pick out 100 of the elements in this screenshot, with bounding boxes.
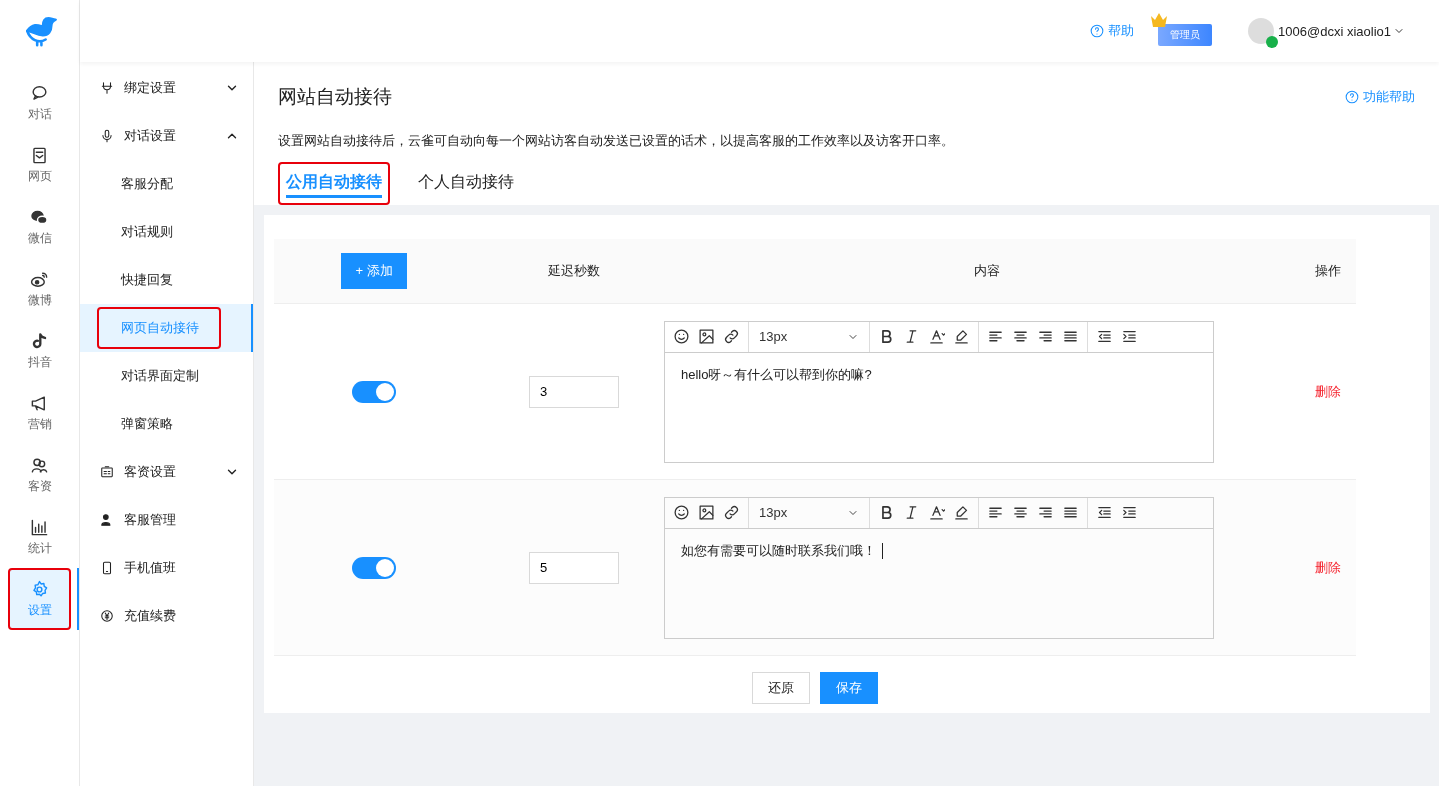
outdent-icon	[1096, 504, 1113, 521]
message-text: 如您有需要可以随时联系我们哦！	[681, 542, 883, 559]
text-color-button[interactable]	[928, 504, 945, 521]
image-button[interactable]	[698, 504, 715, 521]
outdent-icon	[1096, 328, 1113, 345]
help-label[interactable]: 帮助	[1108, 22, 1135, 40]
delay-input[interactable]: 5	[529, 551, 619, 584]
highlight-button[interactable]	[953, 328, 970, 345]
menu-item[interactable]: 客服管理	[80, 496, 253, 544]
save-button[interactable]: 保存	[820, 672, 878, 704]
add-button[interactable]: + 添加	[341, 253, 407, 289]
text-color-icon	[928, 504, 945, 521]
rich-text-editor[interactable]: 13px hello呀～有什么可以帮到你的嘛?	[664, 320, 1214, 463]
link-button[interactable]	[723, 328, 740, 345]
link-button[interactable]	[723, 504, 740, 521]
crown-icon	[1150, 12, 1169, 28]
nav-label[interactable]: 营销	[27, 415, 52, 433]
highlight-icon	[953, 504, 970, 521]
nav-label[interactable]: 网页	[27, 167, 52, 185]
indent-button[interactable]	[1121, 328, 1138, 345]
link-icon	[723, 504, 740, 521]
message-text: hello呀～有什么可以帮到你的嘛?	[681, 366, 873, 383]
menu-item[interactable]: 对话规则	[97, 211, 195, 253]
menu-item[interactable]: 客服分配	[97, 163, 195, 205]
nav-label[interactable]: 微博	[27, 291, 52, 309]
document-icon	[30, 145, 49, 165]
column-header: 操作	[1315, 262, 1341, 280]
menu-item[interactable]: 充值续费	[80, 592, 253, 640]
menu-item-label[interactable]: 客服管理	[124, 511, 239, 529]
tab[interactable]: 个人自动接待	[410, 162, 522, 205]
outdent-button[interactable]	[1096, 504, 1113, 521]
emoji-icon	[673, 328, 690, 345]
text-color-button[interactable]	[928, 328, 945, 345]
toggle-switch[interactable]	[352, 380, 396, 403]
image-button[interactable]	[698, 328, 715, 345]
delete-link[interactable]: 删除	[1315, 382, 1341, 401]
image-icon	[698, 504, 715, 521]
indent-icon	[1121, 504, 1138, 521]
font-size-select[interactable]: 13px	[749, 329, 869, 344]
user-name[interactable]: 1006@dcxi xiaolio1	[1278, 23, 1391, 39]
nav-item[interactable]: 营销	[8, 382, 71, 444]
menu-group[interactable]: 客资设置	[80, 448, 253, 496]
nav-item[interactable]: 对话	[8, 72, 71, 134]
nav-label[interactable]: 微信	[27, 229, 52, 247]
yen-coin-icon	[100, 609, 114, 623]
question-circle-icon	[1090, 24, 1105, 38]
menu-group-label[interactable]: 绑定设置	[124, 79, 215, 97]
nav-item[interactable]: 统计	[8, 506, 71, 568]
plug-icon	[100, 81, 114, 95]
rich-text-editor[interactable]: 13px 如您有需要可以随时联系我们哦！	[664, 496, 1214, 639]
tab[interactable]: 公用自动接待	[278, 162, 390, 205]
feature-help-link[interactable]: 功能帮助	[1345, 88, 1415, 106]
emoji-button[interactable]	[673, 504, 690, 521]
highlight-button[interactable]	[953, 504, 970, 521]
menu-item-label[interactable]: 手机值班	[124, 559, 239, 577]
image-icon	[698, 328, 715, 345]
menu-item[interactable]: 弹窗策略	[97, 403, 195, 445]
indent-button[interactable]	[1121, 504, 1138, 521]
music-note-icon	[30, 331, 49, 351]
outdent-button[interactable]	[1096, 328, 1113, 345]
menu-item[interactable]: 快捷回复	[97, 259, 195, 301]
nav-item[interactable]: 微博	[8, 258, 71, 320]
font-size-select[interactable]: 13px	[749, 505, 869, 520]
feature-help-label[interactable]: 功能帮助	[1363, 88, 1415, 106]
help-link[interactable]: 帮助	[1090, 22, 1135, 40]
menu-group[interactable]: 绑定设置	[80, 64, 253, 112]
menu-item[interactable]: 对话界面定制	[97, 355, 221, 397]
avatar[interactable]	[1248, 18, 1275, 44]
text-color-icon	[928, 328, 945, 345]
page-title: 网站自动接待	[278, 85, 392, 109]
nav-label[interactable]: 统计	[27, 539, 52, 557]
gear-icon	[30, 579, 49, 599]
bar-chart-icon	[30, 517, 49, 537]
menu-item[interactable]: 手机值班	[80, 544, 253, 592]
menu-item-label[interactable]: 充值续费	[124, 607, 239, 625]
id-card-icon	[100, 465, 114, 479]
page-description: 设置网站自动接待后，云雀可自动向每一个网站访客自动发送已设置的话术，以提高客服的工作效率以及访客开口率。	[278, 132, 955, 150]
emoji-button[interactable]	[673, 328, 690, 345]
menu-group-label[interactable]: 客资设置	[124, 463, 215, 481]
phone-icon	[100, 561, 114, 575]
link-icon	[723, 328, 740, 345]
column-header: 内容	[974, 262, 1000, 280]
highlight-icon	[953, 328, 970, 345]
delete-link[interactable]: 删除	[1315, 558, 1341, 577]
nav-item[interactable]: 抖音	[8, 320, 71, 382]
indent-icon	[1121, 328, 1138, 345]
chat-bubbles-icon	[30, 83, 49, 103]
delay-input[interactable]: 3	[529, 375, 619, 408]
nav-item[interactable]: 网页	[8, 134, 71, 196]
nav-item[interactable]: 微信	[8, 196, 71, 258]
question-circle-icon	[1345, 90, 1359, 104]
microphone-icon	[100, 129, 114, 143]
nav-label[interactable]: 客资	[27, 477, 52, 495]
reset-button[interactable]: 还原	[752, 672, 810, 704]
nav-item[interactable]: 客资	[8, 444, 71, 506]
menu-group[interactable]: 对话设置	[80, 112, 253, 160]
nav-label[interactable]: 抖音	[27, 353, 52, 371]
nav-label[interactable]: 对话	[27, 105, 52, 123]
menu-group-label[interactable]: 对话设置	[124, 127, 215, 145]
toggle-switch[interactable]	[352, 556, 396, 579]
